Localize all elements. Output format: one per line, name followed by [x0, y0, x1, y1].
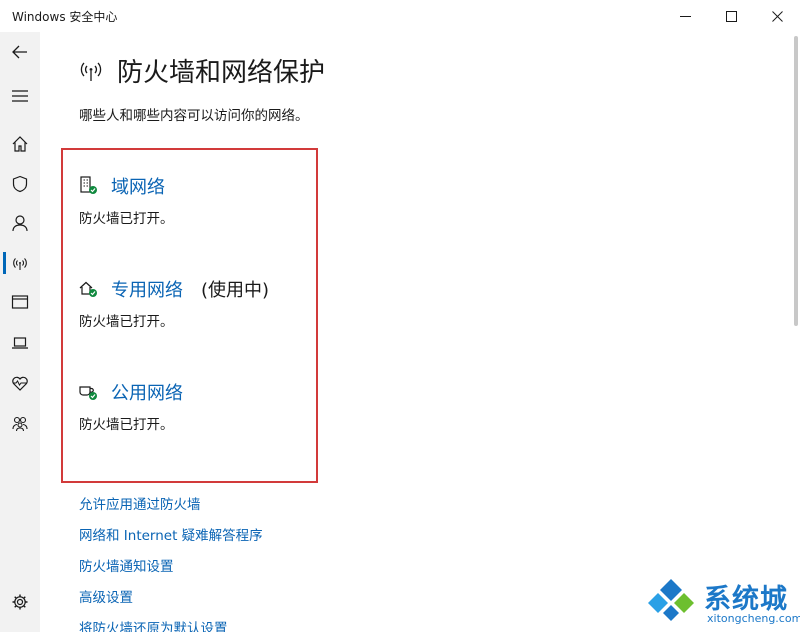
private-network-icon: [79, 281, 97, 297]
back-arrow-icon: [12, 45, 27, 59]
laptop-icon: [12, 337, 28, 349]
restore-firewall-defaults-link[interactable]: 将防火墙还原为默认设置: [79, 617, 228, 632]
domain-network-status: 防火墙已打开。: [79, 211, 174, 227]
domain-network-link[interactable]: 域网络: [111, 173, 165, 199]
heart-pulse-icon: [12, 376, 28, 391]
close-icon: [771, 10, 783, 22]
wifi-signal-icon: [13, 258, 27, 270]
watermark-url: xitongcheng.com: [707, 612, 800, 625]
sidebar-item-device-security[interactable]: [0, 323, 40, 363]
sidebar-item-app-browser[interactable]: [0, 282, 40, 322]
back-button[interactable]: [0, 32, 40, 72]
browser-window-icon: [11, 295, 29, 309]
watermark-text: 系统城: [704, 584, 788, 615]
main-content: 防火墙和网络保护 哪些人和哪些内容可以访问你的网络。 域网络 防火墙已打开。 专…: [40, 32, 798, 632]
title-bar: Windows 安全中心: [0, 0, 800, 32]
shield-icon: [12, 175, 28, 193]
maximize-button[interactable]: [708, 0, 754, 32]
sidebar-item-virus-protection[interactable]: [0, 164, 40, 204]
gear-icon: [12, 594, 28, 610]
settings-button[interactable]: [0, 582, 40, 622]
page-subtitle: 哪些人和哪些内容可以访问你的网络。: [79, 108, 309, 124]
private-network-link[interactable]: 专用网络: [111, 276, 183, 302]
private-network-status: 防火墙已打开。: [79, 314, 174, 330]
family-icon: [12, 416, 28, 432]
sidebar-item-family-options[interactable]: [0, 403, 40, 443]
menu-button[interactable]: [0, 76, 40, 116]
in-use-label: (使用中): [201, 280, 270, 301]
sidebar-item-firewall[interactable]: [0, 243, 40, 283]
sidebar-item-home[interactable]: [0, 124, 40, 164]
network-troubleshooter-link[interactable]: 网络和 Internet 疑难解答程序: [79, 524, 263, 544]
home-icon: [12, 136, 28, 152]
domain-network-icon: [80, 176, 97, 194]
scrollbar[interactable]: [794, 36, 798, 326]
advanced-settings-link[interactable]: 高级设置: [79, 586, 133, 606]
sidebar-item-account[interactable]: [0, 203, 40, 243]
maximize-icon: [725, 10, 737, 22]
wifi-signal-icon: [80, 62, 102, 81]
firewall-notification-settings-link[interactable]: 防火墙通知设置: [79, 555, 174, 575]
page-title: 防火墙和网络保护: [117, 58, 326, 88]
sidebar: [0, 32, 40, 632]
minimize-icon: [679, 15, 691, 17]
allow-app-through-firewall-link[interactable]: 允许应用通过防火墙: [79, 493, 201, 513]
sidebar-item-device-health[interactable]: [0, 363, 40, 403]
app-title: Windows 安全中心: [12, 10, 118, 24]
person-icon: [12, 215, 28, 232]
minimize-button[interactable]: [662, 0, 708, 32]
watermark-logo-icon: [648, 579, 694, 621]
hamburger-menu-icon: [12, 90, 28, 102]
close-button[interactable]: [754, 0, 800, 32]
public-network-link[interactable]: 公用网络: [111, 379, 183, 405]
public-network-status: 防火墙已打开。: [79, 417, 174, 433]
public-network-icon: [79, 386, 97, 400]
